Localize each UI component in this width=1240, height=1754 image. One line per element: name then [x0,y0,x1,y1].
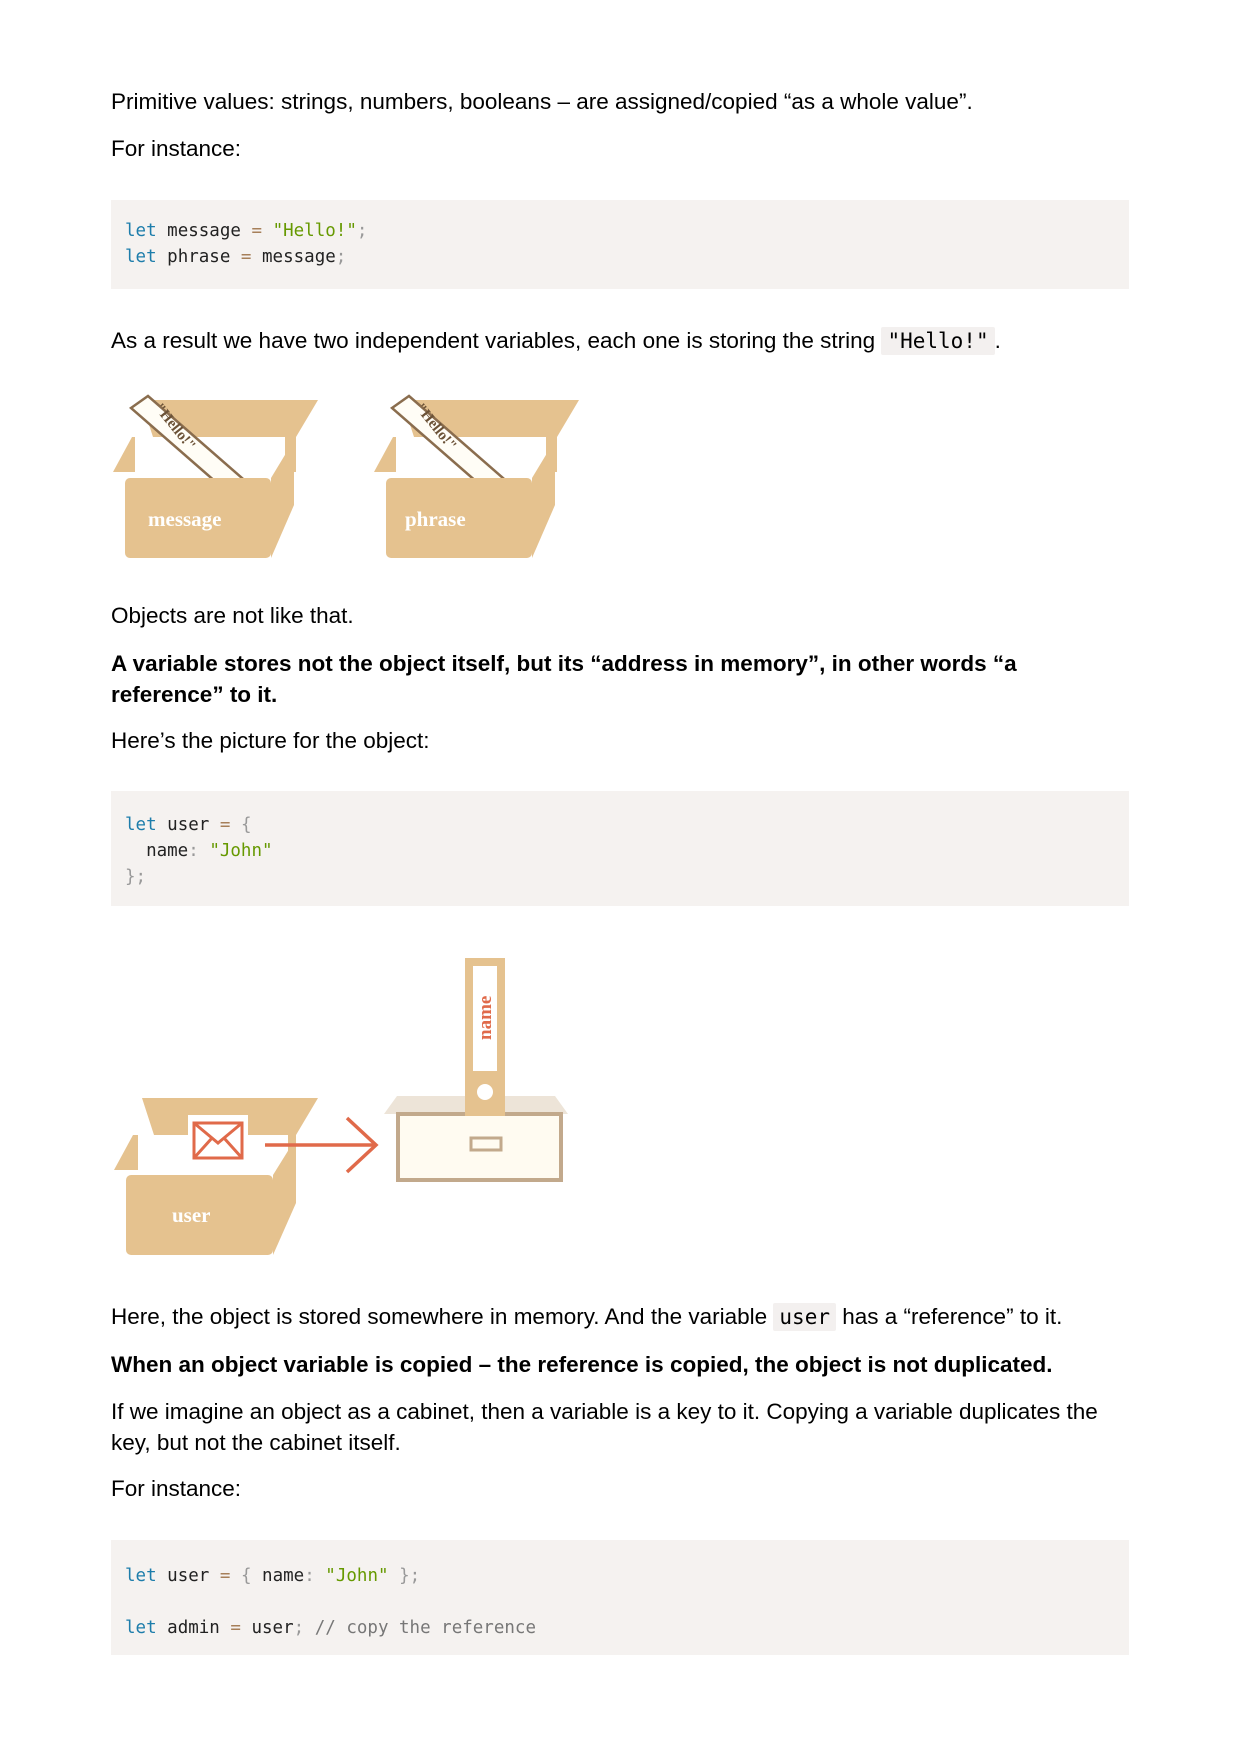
folder-label: name [475,996,496,1040]
inline-code-hello: "Hello!" [881,327,995,355]
paragraph-objects-not-like-that: Objects are not like that. [111,603,354,628]
box-label: message [148,507,221,531]
code-line: let message = "Hello!"; [125,221,368,241]
folder-icon: name [465,958,505,1116]
code-block-copy-reference: let user = { name: "John" }; let admin =… [111,1540,1129,1655]
box-user: user [114,1098,318,1255]
paragraph-for-instance-2: For instance: [111,1476,242,1501]
paragraph-picture: Here’s the picture for the object: [111,728,430,753]
box-label: user [172,1203,211,1227]
code-line: name: "John" [146,841,273,861]
box-message: "Hello!" message [113,394,318,558]
code-block-user-object: let user = { name: "John" }; [111,791,1129,906]
inline-code-user: user [773,1303,836,1331]
code-line: let phrase = message; [125,247,347,267]
paragraph-result: As a result we have two independent vari… [111,327,1001,355]
paragraph-reference-bold: A variable stores not the object itself,… [111,651,1017,707]
code-block-primitives: let message = "Hello!"; let phrase = mes… [111,200,1129,289]
paragraph-copied-bold: When an object variable is copied – the … [111,1352,1053,1377]
code-line: let admin = user; // copy the reference [125,1618,536,1638]
paragraph-cabinet-analogy: If we imagine an object as a cabinet, th… [111,1399,1098,1455]
figure-primitive-boxes: "Hello!" message "Hello!" phrase [113,394,579,558]
code-line: let user = { [125,815,252,835]
paragraph-for-instance-1: For instance: [111,136,242,161]
box-phrase: "Hello!" phrase [374,394,579,558]
box-label: phrase [405,507,466,531]
figure-object-reference: user name [114,958,568,1255]
code-line: let user = { name: "John" }; [125,1566,421,1586]
paragraph-stored-in-memory: Here, the object is stored somewhere in … [111,1303,1063,1331]
code-line: }; [125,867,147,887]
paragraph-primitives: Primitive values: strings, numbers, bool… [111,89,973,114]
